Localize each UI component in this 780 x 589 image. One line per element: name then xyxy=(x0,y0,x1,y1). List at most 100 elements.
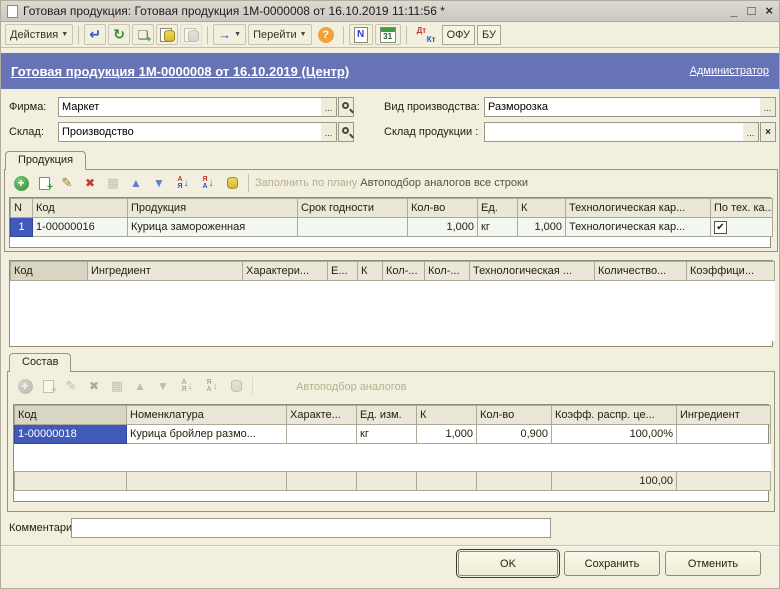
undo-register-button[interactable] xyxy=(180,24,202,45)
edit-row-button[interactable]: ✎ xyxy=(57,173,77,193)
move-down-button[interactable]: ▼ xyxy=(149,173,169,193)
sort-asc-button[interactable]: АЯ↓ xyxy=(176,376,198,396)
empty-body xyxy=(11,281,775,341)
user-link[interactable]: Администратор xyxy=(690,65,769,77)
help-button[interactable]: ? xyxy=(314,24,338,45)
divider xyxy=(1,545,779,547)
sort-asc-button[interactable]: АЯ↓ xyxy=(172,173,194,193)
autoselect-all-button[interactable]: Автоподбор аналогов все строки xyxy=(360,177,528,189)
debit-credit-icon: Дт Кт xyxy=(416,26,436,44)
calendar-icon: 31 xyxy=(380,27,396,43)
delete-row-button[interactable]: ✖ xyxy=(80,173,100,193)
toolbar-separator xyxy=(252,377,253,395)
arrow-right-icon: → xyxy=(218,27,231,42)
toolbar-separator xyxy=(248,174,249,192)
production-type-label: Вид производства: xyxy=(384,101,480,113)
tab-products[interactable]: Продукция xyxy=(5,151,86,170)
add-row-button[interactable]: + xyxy=(15,376,35,396)
warehouse-ellipsis-button[interactable]: ... xyxy=(321,122,337,142)
dtkt-button[interactable]: Дт Кт xyxy=(412,24,440,45)
date-button[interactable]: 31 xyxy=(375,24,401,45)
autoselect-button[interactable]: Автоподбор аналогов xyxy=(296,381,407,393)
main-toolbar: Действия ▼ ↵ ↻ ❏+ → ▼ Перейти ▼ ? N 31 Д… xyxy=(1,22,779,48)
copy-document-button[interactable]: ❏+ xyxy=(132,24,154,45)
title-bar[interactable]: Готовая продукция: Готовая продукция 1М-… xyxy=(1,1,779,22)
write-register-button[interactable] xyxy=(156,24,178,45)
save-grid-button[interactable]: ▦ xyxy=(103,173,123,193)
save-grid-button[interactable]: ▦ xyxy=(107,376,127,396)
document-title-link[interactable]: Готовая продукция 1М-0000008 от 16.10.20… xyxy=(11,64,349,79)
close-button[interactable]: × xyxy=(765,2,773,20)
post-close-button[interactable]: ↵ xyxy=(84,24,106,45)
warehouse-input[interactable] xyxy=(58,122,321,142)
selected-code-cell[interactable]: 1-00000018 xyxy=(15,425,127,444)
fill-button[interactable] xyxy=(222,173,242,193)
warehouse-label: Склад: xyxy=(9,126,44,138)
row-number-cell[interactable]: 1 xyxy=(11,218,33,237)
bu-toggle-button[interactable]: БУ xyxy=(477,25,501,45)
comment-input[interactable] xyxy=(71,518,551,538)
sort-desc-button[interactable]: ЯА↓ xyxy=(197,173,219,193)
actions-menu-button[interactable]: Действия ▼ xyxy=(5,24,73,45)
warehouse-search-button[interactable] xyxy=(338,122,354,142)
ingredients-table[interactable]: Код Ингредиент Характери... Е... К Кол-.… xyxy=(9,260,773,347)
edit-row-button[interactable]: ✎ xyxy=(61,376,81,396)
add-row-button[interactable]: + xyxy=(11,173,31,193)
production-type-input[interactable] xyxy=(484,97,760,117)
checkbox-checked[interactable]: ✔ xyxy=(714,221,727,234)
delete-row-button[interactable]: ✖ xyxy=(84,376,104,396)
ofu-toggle-button[interactable]: ОФУ xyxy=(442,25,475,45)
number-icon: N xyxy=(354,27,368,43)
product-warehouse-label: Склад продукции : xyxy=(384,126,478,138)
chevron-down-icon: ▼ xyxy=(234,31,241,38)
table-row[interactable]: 1 1-00000016 Курица замороженная 1,000 к… xyxy=(11,218,773,237)
database-icon xyxy=(188,30,199,42)
goto-menu-button[interactable]: Перейти ▼ xyxy=(248,24,312,45)
chevron-down-icon: ▼ xyxy=(300,31,307,38)
move-up-button[interactable]: ▲ xyxy=(130,376,150,396)
copy-row-button[interactable]: + xyxy=(38,376,58,396)
empty-body xyxy=(15,444,771,472)
sort-desc-button[interactable]: ЯА↓ xyxy=(201,376,223,396)
refresh-icon: ↻ xyxy=(113,26,125,43)
search-icon xyxy=(342,127,349,134)
move-down-button[interactable]: ▼ xyxy=(153,376,173,396)
number-button[interactable]: N xyxy=(349,24,373,45)
table-row[interactable]: 1-00000018 Курица бройлер размо... кг 1,… xyxy=(15,425,771,444)
firm-ellipsis-button[interactable]: ... xyxy=(321,97,337,117)
search-icon xyxy=(342,102,349,109)
copy-row-button[interactable]: + xyxy=(34,173,54,193)
production-type-ellipsis-button[interactable]: ... xyxy=(760,97,776,117)
ok-button[interactable]: OK xyxy=(458,551,558,576)
firm-input[interactable] xyxy=(58,97,321,117)
toolbar-separator xyxy=(78,26,79,44)
minimize-button[interactable]: _ xyxy=(730,2,737,20)
move-up-button[interactable]: ▲ xyxy=(126,173,146,193)
tab-composition[interactable]: Состав xyxy=(9,353,71,372)
product-warehouse-ellipsis-button[interactable]: ... xyxy=(743,122,759,142)
products-table[interactable]: N Код Продукция Срок годности Кол-во Ед.… xyxy=(9,197,771,248)
database-icon xyxy=(164,30,175,42)
fill-by-plan-button[interactable]: Заполнить по плану xyxy=(255,177,357,189)
products-grid-toolbar: + + ✎ ✖ ▦ ▲ ▼ АЯ↓ ЯА↓ Заполнить по плану… xyxy=(11,173,528,193)
firm-search-button[interactable] xyxy=(338,97,354,117)
totals-row: 100,00 xyxy=(15,472,771,491)
chevron-down-icon: ▼ xyxy=(61,31,68,38)
fill-icon xyxy=(227,177,238,189)
maximize-button[interactable]: □ xyxy=(748,2,756,20)
fill-button[interactable] xyxy=(226,376,246,396)
by-tech-card-cell[interactable]: ✔ xyxy=(711,218,773,237)
product-warehouse-input[interactable] xyxy=(484,122,743,142)
composition-table[interactable]: Код Номенклатура Характе... Ед. изм. К К… xyxy=(13,404,769,502)
save-button[interactable]: Сохранить xyxy=(564,551,660,576)
repost-button[interactable]: ↻ xyxy=(108,24,130,45)
help-icon: ? xyxy=(318,27,334,43)
ingredients-header-row: Код Ингредиент Характери... Е... К Кол-.… xyxy=(11,262,775,281)
document-header-band: Готовая продукция 1М-0000008 от 16.10.20… xyxy=(1,53,779,89)
structure-button[interactable]: → ▼ xyxy=(213,24,246,45)
window-title: Готовая продукция: Готовая продукция 1М-… xyxy=(23,4,722,18)
cancel-button[interactable]: Отменить xyxy=(665,551,761,576)
fill-icon xyxy=(231,380,242,392)
toolbar-separator xyxy=(406,26,407,44)
product-warehouse-clear-button[interactable]: × xyxy=(760,122,776,142)
